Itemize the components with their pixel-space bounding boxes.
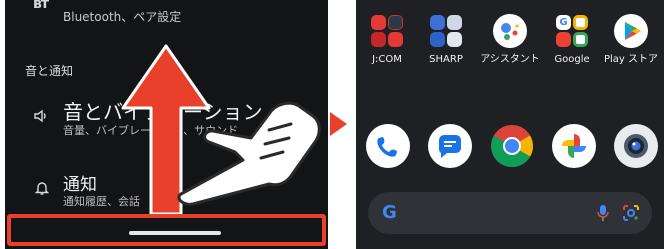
phone-icon[interactable] [366, 124, 410, 168]
section-header-sound: 音と通知 [25, 64, 74, 78]
folder-google-icon: G [555, 14, 589, 48]
home-screen: J:COM SHARP アシスタント G Google Play ストア G [356, 0, 664, 249]
google-logo-icon: G [382, 202, 397, 223]
tutorial-figure: ʙᴛ Bluetooth、ペア設定 音と通知 音とバイブレーション 音量、バイブ… [0, 0, 664, 249]
app-label-sharp: SHARP [429, 54, 463, 65]
photos-icon[interactable] [552, 124, 596, 168]
camera-icon[interactable] [614, 124, 658, 168]
bell-icon [35, 182, 49, 195]
app-label-google: Google [554, 54, 590, 65]
microphone-icon[interactable] [596, 204, 610, 222]
bluetooth-subtitle: Bluetooth、ペア設定 [63, 10, 182, 24]
app-folder-jcom[interactable]: J:COM [357, 14, 417, 66]
app-assistant[interactable]: アシスタント [480, 14, 540, 66]
navigation-handle[interactable] [129, 231, 221, 235]
app-label-assistant: アシスタント [480, 54, 540, 65]
next-step-arrow-icon [330, 112, 347, 136]
google-lens-icon[interactable] [622, 204, 640, 222]
notification-item-title: 通知 [63, 175, 97, 195]
play-store-icon [614, 14, 648, 48]
app-play-store[interactable]: Play ストア [598, 14, 664, 66]
app-label-play-store: Play ストア [603, 54, 659, 65]
pointing-hand-icon [177, 101, 321, 206]
assistant-icon [493, 14, 527, 48]
google-search-bar[interactable]: G [368, 192, 652, 234]
folder-jcom-icon [370, 14, 404, 48]
bluetooth-icon: ʙᴛ [33, 0, 49, 12]
chrome-icon[interactable] [490, 124, 534, 168]
gesture-navigation-bar[interactable] [7, 214, 326, 246]
app-folder-sharp[interactable]: SHARP [416, 14, 476, 66]
speaker-icon [34, 109, 46, 123]
app-label-jcom: J:COM [372, 54, 402, 65]
settings-screen: ʙᴛ Bluetooth、ペア設定 音と通知 音とバイブレーション 音量、バイブ… [5, 0, 328, 249]
app-folder-google[interactable]: G Google [542, 14, 602, 66]
messages-icon[interactable] [428, 124, 472, 168]
folder-sharp-icon [429, 14, 463, 48]
